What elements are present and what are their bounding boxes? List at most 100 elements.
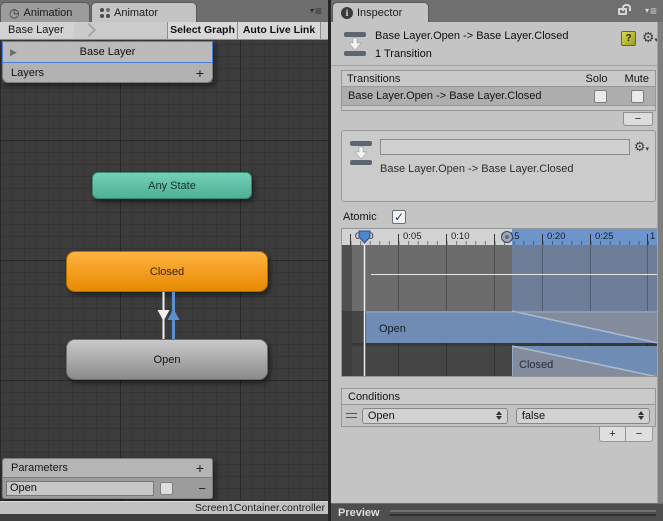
transitions-list-header: Transitions Solo Mute [341,70,656,87]
tab-animator-label: Animator [114,6,159,19]
state-node-any-state[interactable]: Any State [92,172,252,199]
transition-name-input[interactable] [380,139,630,155]
transition-count: 1 Transition [375,48,432,60]
layers-header[interactable]: Layers + [2,63,213,83]
drag-handle-icon[interactable] [346,413,357,418]
inspector-panel: i Inspector ▾ ≡ Base Layer.Open -> Base … [331,0,663,521]
atomic-label: Atomic [343,211,377,223]
controller-status-bar: Screen1Container.controller [0,501,330,514]
window-bottom-edge [0,514,330,521]
condition-parameter-value: Open [367,409,395,422]
transition-detail-label: Base Layer.Open -> Base Layer.Closed [380,163,574,175]
tab-animation-label: Animation [23,6,73,19]
transition-arrow-open-to-closed-selected[interactable] [167,309,180,320]
inspector-scrollbar-gutter[interactable] [657,22,663,503]
state-node-closed[interactable]: Closed [66,251,268,292]
solo-column-label: Solo [585,72,608,85]
parameters-header[interactable]: Parameters + [2,458,213,478]
menu-lines-icon: ≡ [314,4,322,18]
parameter-row: − [2,478,213,499]
timeline-bar-open[interactable]: Open [366,310,658,344]
add-parameter-button[interactable]: + [196,461,204,475]
lock-icon[interactable] [618,4,631,15]
clock-icon: ◷ [9,5,20,20]
help-icon[interactable]: ? [621,31,636,46]
transition-icon [344,32,366,56]
tab-animation[interactable]: ◷ Animation [0,2,90,22]
transitions-header-label: Transitions [347,72,401,85]
gear-icon[interactable]: ⚙ [642,30,658,44]
parameter-bool-checkbox[interactable] [160,481,173,495]
state-node-open[interactable]: Open [66,339,268,380]
transition-title: Base Layer.Open -> Base Layer.Closed [375,30,569,42]
transition-timeline[interactable]: 0:00 0:05 0:10 0:15 0:20 0:25 1 [341,228,658,377]
animator-panel-menu-icon[interactable]: ▾ ≡ [310,5,322,17]
layers-panel: ▶ Base Layer Layers + [2,41,213,83]
bar-label-closed: Closed [519,359,553,371]
layers-header-label: Layers [11,66,45,79]
layer-item-base-layer[interactable]: ▶ Base Layer [2,41,213,63]
info-icon: i [341,6,353,19]
transition-item-label: Base Layer.Open -> Base Layer.Closed [348,90,542,102]
remove-condition-button[interactable]: − [626,427,653,442]
condition-row: Open false [341,405,656,427]
menu-arrow-icon: ▾ [309,6,314,15]
ruler-label: 1 [650,231,655,242]
tab-animator[interactable]: Animator [91,2,197,22]
state-machine-graph[interactable]: ▶ Base Layer Layers + Any State Closed O… [0,40,328,501]
inspector-panel-menu-icon[interactable]: ▾ ≡ [645,5,657,17]
timeline-bar-closed[interactable]: Closed [511,345,658,377]
add-layer-button[interactable]: + [196,66,204,80]
tab-inspector[interactable]: i Inspector [332,2,429,22]
transitions-list-footer [341,106,656,111]
select-graph-button[interactable]: Select Graph [167,22,237,39]
dropdown-arrows-icon [638,411,645,420]
transition-arrow-closed-to-open[interactable] [157,310,170,321]
ruler-label: 0:10 [451,231,470,242]
ruler-label: 0:05 [403,231,422,242]
preview-resize-grip[interactable] [389,509,656,516]
parameter-name-input[interactable] [6,480,154,496]
condition-value: false [521,409,546,422]
transition-arrows[interactable] [150,292,190,339]
controller-path: Screen1Container.controller [194,502,325,514]
animator-controller-icon [100,7,110,18]
add-condition-button[interactable]: + [599,427,626,442]
state-node-label: Open [153,353,181,366]
condition-list-buttons: + − [599,427,653,442]
conditions-section: Conditions Open false [341,388,656,427]
mute-checkbox[interactable] [631,89,644,103]
tab-inspector-label: Inspector [357,6,403,19]
unity-editor: ◷ Animation Animator ▾ ≡ Base Layer Sele… [0,0,663,521]
ruler-label: 0:25 [595,231,614,242]
preview-label: Preview [338,506,380,519]
conditions-header-label: Conditions [348,390,400,403]
bar-label-open: Open [379,323,406,335]
condition-value-dropdown[interactable]: false [515,407,651,424]
animator-panel: ◷ Animation Animator ▾ ≡ Base Layer Sele… [0,0,330,521]
inspector-header: Base Layer.Open -> Base Layer.Closed 1 T… [331,22,663,66]
breadcrumb-chevron-icon [81,22,97,38]
atomic-checkbox[interactable]: ✓ [392,210,406,224]
dropdown-arrows-icon [495,411,502,420]
parameters-header-label: Parameters [11,462,68,474]
remove-parameter-button[interactable]: − [198,482,206,495]
preview-bar[interactable]: Preview [331,503,663,521]
animator-tabbar: ◷ Animation Animator ▾ ≡ [0,0,328,22]
solo-checkbox[interactable] [594,89,607,103]
atomic-row: Atomic ✓ [343,209,406,225]
auto-live-link-button[interactable]: Auto Live Link [237,22,321,39]
inspector-tabbar: i Inspector ▾ ≡ [331,0,663,22]
transition-icon [350,141,372,165]
animator-toolbar: Base Layer Select Graph Auto Live Link [0,22,328,40]
transition-list-item[interactable]: Base Layer.Open -> Base Layer.Closed [341,87,656,106]
state-node-label: Any State [148,179,196,192]
gear-icon[interactable]: ⚙ [634,140,649,153]
remove-transition-button[interactable]: − [623,112,653,126]
breadcrumb[interactable]: Base Layer [0,22,74,39]
mute-column-label: Mute [624,72,649,85]
layer-name: Base Layer [79,46,136,58]
parameters-panel: Parameters + − [2,458,213,499]
layer-foldout-icon[interactable]: ▶ [10,47,17,58]
condition-parameter-dropdown[interactable]: Open [361,407,508,424]
